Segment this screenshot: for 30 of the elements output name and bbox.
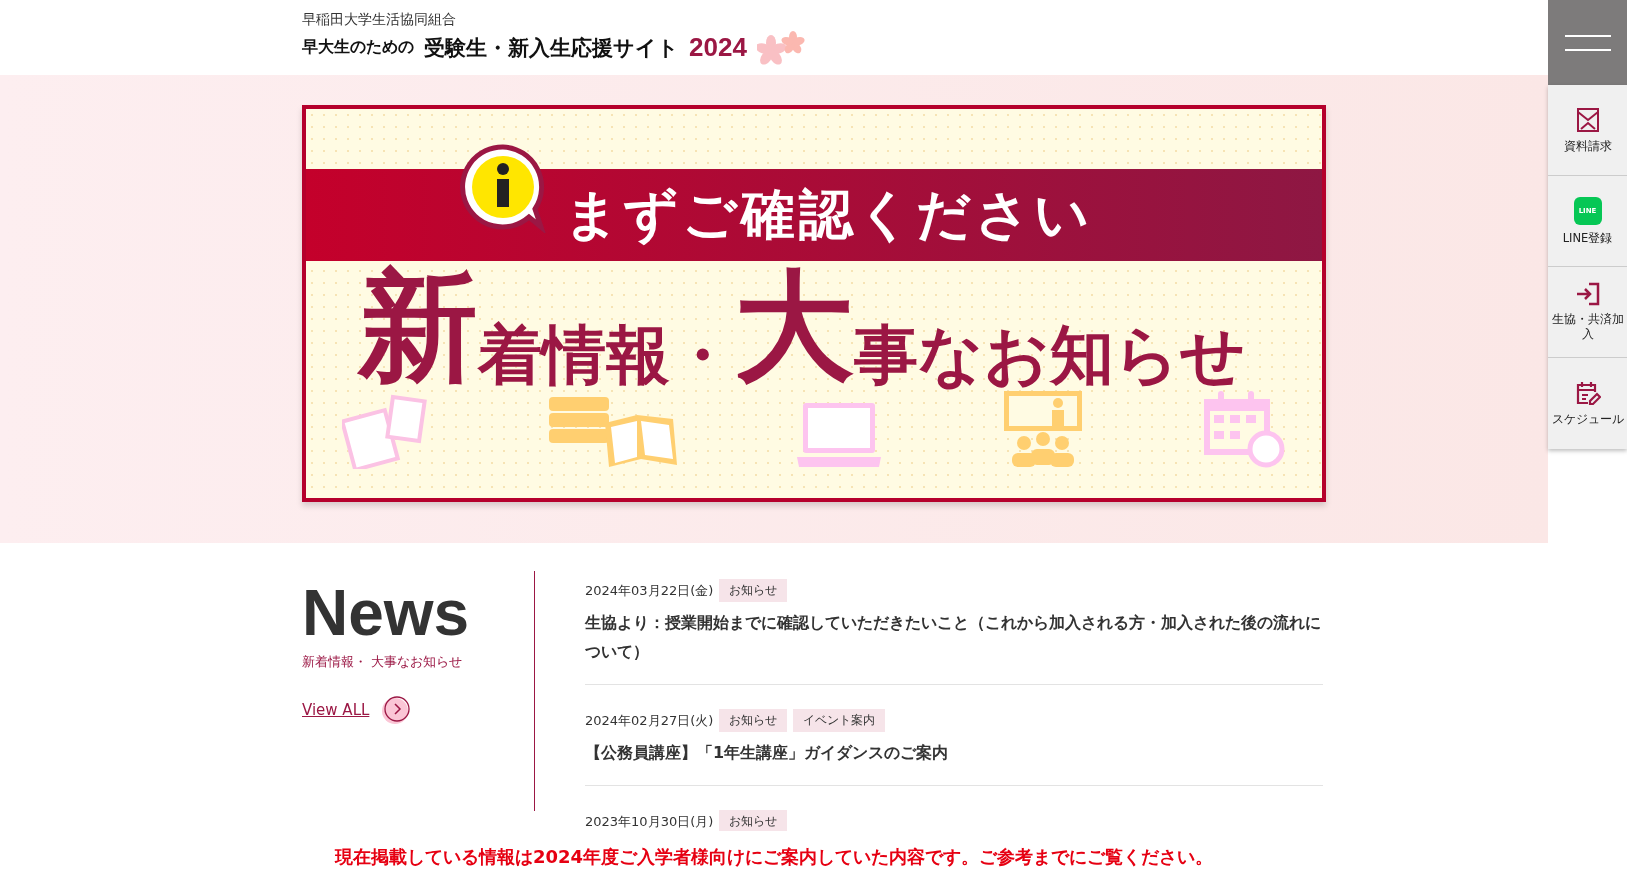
notice-banner[interactable]: まずご確認ください 新着情報・大事なお知らせ (302, 105, 1326, 502)
news-tag: お知らせ (719, 709, 788, 732)
envelope-icon (1575, 106, 1600, 133)
side-nav-item[interactable]: スケジュール (1548, 358, 1627, 449)
menu-icon (1564, 34, 1611, 51)
banner-ribbon-text: まずご確認ください (564, 181, 1093, 248)
cherry-blossom-icon (756, 30, 805, 65)
view-all-link[interactable]: View ALL (302, 695, 534, 725)
side-nav-item[interactable]: 生協・共済加入 (1548, 267, 1627, 358)
news-date: 2024年03月22日(金) (585, 581, 714, 600)
news-date: 2023年10月30日(月) (585, 812, 714, 831)
site-title: 受験生・新入生応援サイト (424, 34, 679, 62)
news-tag: イベント案内 (793, 709, 886, 732)
news-title-link[interactable]: 【公務員講座】「1年生講座」ガイダンスのご案内 (585, 738, 1323, 767)
news-tag: お知らせ (719, 579, 788, 602)
news-tag: お知らせ (719, 810, 788, 833)
organization-name: 早稲田大学生活協同組合 (302, 10, 457, 29)
news-subheading: 新着情報・ 大事なお知らせ (302, 653, 464, 671)
calendar-edit-icon (1574, 380, 1601, 407)
notice-text: 現在掲載している情報は2024年度ご入学者様向けにご案内していた内容です。ご参考までにご覧ください。 (334, 845, 1214, 869)
news-date: 2024年02月27日(火) (585, 711, 714, 730)
site-year: 2024 (689, 32, 747, 63)
sign-in-icon (1574, 282, 1601, 307)
info-icon (458, 143, 548, 233)
news-heading: News (302, 581, 471, 645)
arrow-circle-icon (381, 695, 412, 725)
side-nav-item[interactable]: 資料請求 (1548, 85, 1627, 176)
site-prefix: 早大生のための (302, 37, 414, 58)
menu-button[interactable] (1548, 0, 1627, 85)
news-title-link[interactable]: 生協より：授業開始までに確認していただきたいこと（これから加入される方・加入された後の流れについて） (585, 608, 1323, 666)
